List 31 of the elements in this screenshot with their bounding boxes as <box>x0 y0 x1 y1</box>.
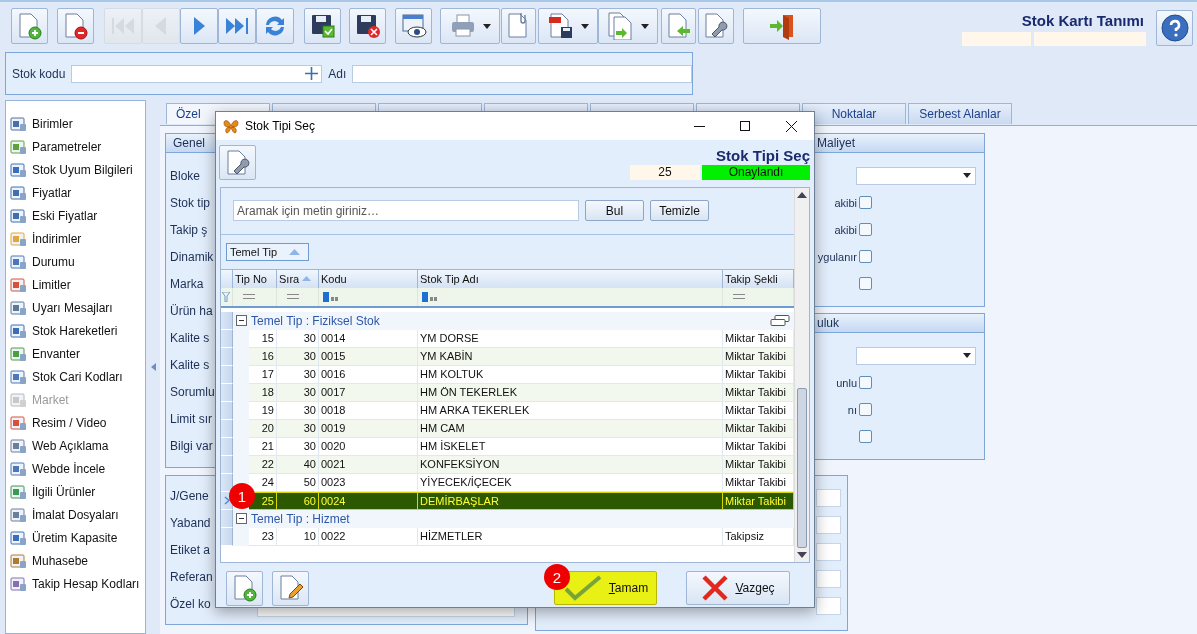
field-label: Ürün ha <box>170 303 213 318</box>
field-label: akibi <box>834 196 857 209</box>
field-label: Dinamik <box>170 249 214 264</box>
field-label: Bloke <box>170 168 201 183</box>
field-label: Marka <box>170 276 204 291</box>
field-label: unlu <box>836 376 857 389</box>
field-label: Stok kodu <box>12 66 66 81</box>
dialog-heading: Stok Tipi Seç <box>716 147 810 165</box>
field-label: akibi <box>834 223 857 236</box>
field-label: Limit sır <box>170 411 212 426</box>
field-label: Stok tip <box>170 195 211 210</box>
field-label: Sorumlu <box>170 384 215 399</box>
field-label: Özel ko <box>170 596 211 611</box>
field-label: Yaband <box>170 515 211 530</box>
field-label: Takip ş <box>170 222 208 237</box>
field-label: Bilgi var <box>170 438 213 453</box>
field-label: Kalite s <box>170 357 210 372</box>
page-title: Stok Kartı Tanımı <box>1021 12 1144 29</box>
field-label: ygulanır <box>817 250 857 263</box>
group-title: Genel <box>173 136 206 150</box>
field-label: Kalite s <box>170 330 210 345</box>
field-label: Etiket a <box>170 542 211 557</box>
status-cell: Onaylandı <box>702 165 810 180</box>
field-label: Adı <box>328 66 347 81</box>
field-label: Referan <box>170 569 213 584</box>
window-title: Stok Tipi Seç <box>245 119 316 133</box>
group-title: uluk <box>817 316 839 330</box>
field-label: J/Gene <box>170 488 209 503</box>
record-number: 25 <box>630 165 700 180</box>
field-label: nı <box>847 403 857 416</box>
group-title: Maliyet <box>817 136 855 150</box>
